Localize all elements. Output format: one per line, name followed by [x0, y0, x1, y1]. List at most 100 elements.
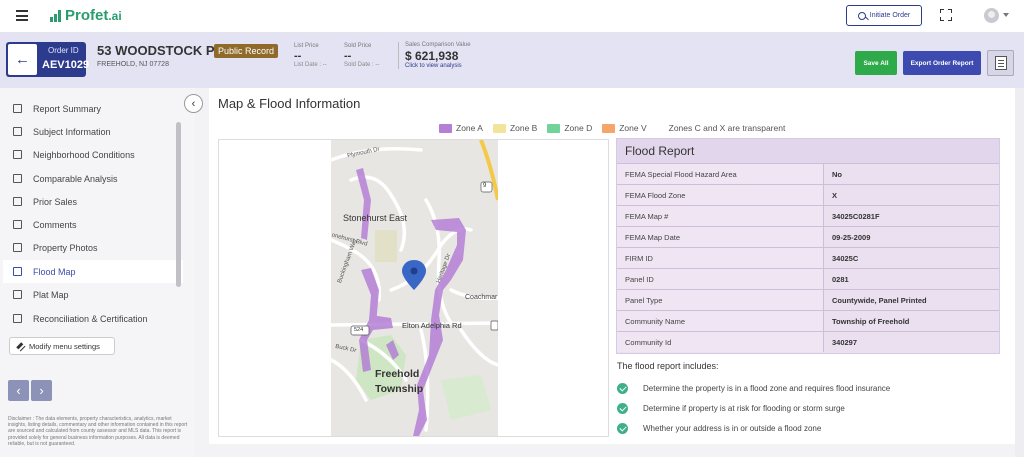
flood-report-row: FIRM ID 34025C — [617, 247, 999, 268]
zone-b-swatch — [492, 123, 506, 133]
sold-price-block: Sold Price -- Sold Date : -- — [344, 43, 379, 68]
initiate-order-button[interactable]: Initiate Order — [846, 5, 922, 26]
sidebar-item-prior-sales[interactable]: Prior Sales — [3, 190, 183, 213]
plat-icon — [11, 288, 24, 301]
pencil-icon — [15, 341, 26, 351]
sidebar-item-label: Subject Information — [33, 126, 111, 137]
flood-report-value: 34025C — [823, 248, 999, 268]
sold-date: Sold Date : -- — [344, 62, 380, 68]
logo-text: Profet — [65, 7, 109, 24]
map-label-elton: Elton Adelphia Rd — [402, 321, 462, 330]
zone-a-swatch — [439, 123, 452, 133]
neighborhood-icon — [11, 148, 24, 161]
scv-analysis-link[interactable]: Click to view analysis — [405, 63, 471, 69]
flood-zone-legend: Zone A Zone B Zone D Zone V Zones C and … — [439, 123, 785, 133]
sidebar-item-subject-information[interactable]: Subject Information — [3, 120, 183, 143]
sidebar-item-neighborhood-conditions[interactable]: Neighborhood Conditions — [3, 143, 183, 166]
sidebar-scrollbar[interactable] — [176, 122, 181, 287]
order-id-value: AEV1029 — [42, 59, 90, 71]
property-city: FREEHOLD, NJ 07728 — [97, 61, 169, 68]
fullscreen-icon[interactable] — [940, 9, 952, 21]
flood-report-row: FEMA Map #34025C0281F — [617, 205, 999, 226]
sidebar-item-label: Property Photos — [33, 242, 98, 253]
flood-report-title: Flood Report — [617, 139, 999, 163]
logo[interactable]: Profet .ai — [50, 7, 122, 24]
save-all-button[interactable]: Save All — [855, 51, 897, 75]
includes-list-item: Determine if property is at risk for flo… — [617, 403, 845, 414]
report-document-button[interactable] — [987, 50, 1014, 76]
sidebar-item-comments[interactable]: Comments — [3, 213, 183, 236]
certificate-icon — [11, 312, 24, 325]
legend-zone-d-label: Zone D — [564, 123, 593, 133]
includes-list-item: Whether your address is in or outside a … — [617, 423, 821, 434]
page-title: Map & Flood Information — [218, 96, 361, 111]
flood-report-label: FEMA Special Flood Hazard Area — [617, 164, 823, 184]
map-label-route: 524 — [354, 327, 364, 333]
logo-bars-icon — [50, 9, 62, 22]
scv-value: $ 621,938 — [405, 49, 459, 63]
history-icon — [11, 195, 24, 208]
logo-suffix: .ai — [108, 8, 122, 23]
avatar[interactable] — [984, 8, 999, 23]
zone-d-swatch — [547, 123, 561, 133]
sidebar-item-plat-map[interactable]: Plat Map — [3, 283, 183, 306]
list-price-value: -- — [294, 50, 302, 62]
list-date: List Date : -- — [294, 62, 327, 68]
legend-zone-v: Zone V — [602, 123, 647, 133]
document-icon — [994, 56, 1007, 70]
flood-report-value: Township of Freehold — [823, 311, 999, 331]
flood-report-row: FEMA Flood Zone X — [617, 184, 999, 205]
map-label-township-2: Township — [375, 383, 424, 395]
legend-zone-b-label: Zone B — [509, 123, 538, 133]
sidebar-item-property-photos[interactable]: Property Photos — [3, 236, 183, 259]
initiate-order-label: Initiate Order — [869, 12, 911, 19]
zone-v-swatch — [602, 123, 616, 133]
sidebar-item-flood-map[interactable]: Flood Map — [3, 260, 183, 283]
modify-menu-settings-button[interactable]: Modify menu settings — [9, 337, 115, 355]
order-id-box: ← Order ID AEV1029 — [6, 42, 90, 77]
flood-icon — [11, 265, 24, 278]
top-bar: Profet .ai Initiate Order — [0, 0, 1024, 33]
flood-report-label: Panel Type — [617, 290, 823, 310]
chevron-down-icon[interactable] — [1003, 13, 1009, 17]
flood-map[interactable]: Plymouth Dr Stonehurst East onehurst Blv… — [331, 140, 498, 436]
search-icon — [857, 11, 866, 20]
right-edge-panel — [1015, 88, 1024, 457]
flood-report-value: No — [823, 164, 999, 184]
sold-price-value: -- — [344, 50, 352, 62]
collapse-sidebar-icon[interactable]: ‹ — [184, 94, 203, 113]
hamburger-menu-icon[interactable] — [16, 10, 28, 21]
flood-report-value: 340297 — [823, 332, 999, 352]
includes-item-text: Whether your address is in or outside a … — [643, 424, 822, 433]
back-arrow-icon[interactable]: ← — [8, 44, 37, 75]
previous-page-button[interactable]: ‹ — [8, 380, 29, 401]
check-circle-icon — [617, 403, 628, 414]
list-price-block: List Price -- List Date : -- — [294, 43, 327, 68]
flood-report-card: Flood Report FEMA Special Flood Hazard A… — [616, 138, 1000, 354]
flood-report-value: Countywide, Panel Printed — [823, 290, 999, 310]
legend-zone-b: Zone B — [492, 123, 538, 133]
flood-report-row: Panel Type Countywide, Panel Printed — [617, 289, 999, 310]
list-price-label: List Price — [294, 43, 319, 49]
sidebar-item-label: Prior Sales — [33, 196, 78, 207]
flood-report-label: FIRM ID — [617, 248, 823, 268]
sidebar-item-report-summary[interactable]: Report Summary — [3, 97, 183, 120]
export-order-report-button[interactable]: Export Order Report — [903, 51, 981, 75]
sidebar-item-label: Neighborhood Conditions — [33, 149, 135, 160]
flood-report-row: Community Name Township of Freehold — [617, 310, 999, 331]
check-circle-icon — [617, 423, 628, 434]
sidebar-item-label: Reconciliation & Certification — [33, 313, 148, 324]
map-label-township-1: Freehold — [375, 368, 420, 380]
flood-report-value: 34025C0281F — [823, 206, 999, 226]
next-page-button[interactable]: › — [31, 380, 52, 401]
document-icon — [11, 102, 24, 115]
sidebar-item-label: Plat Map — [33, 289, 69, 300]
flood-report-row: FEMA Map Date 09-25-2009 — [617, 226, 999, 247]
includes-list-item: Determine the property is in a flood zon… — [617, 383, 890, 394]
sidebar-item-reconciliation-certification[interactable]: Reconciliation & Certification — [3, 307, 183, 330]
flood-report-label: FEMA Map # — [617, 206, 823, 226]
includes-title: The flood report includes: — [617, 361, 719, 371]
sidebar-item-comparable-analysis[interactable]: Comparable Analysis — [3, 167, 183, 190]
flood-report-label: FEMA Map Date — [617, 227, 823, 247]
flood-map-frame: Plymouth Dr Stonehurst East onehurst Blv… — [218, 139, 609, 437]
